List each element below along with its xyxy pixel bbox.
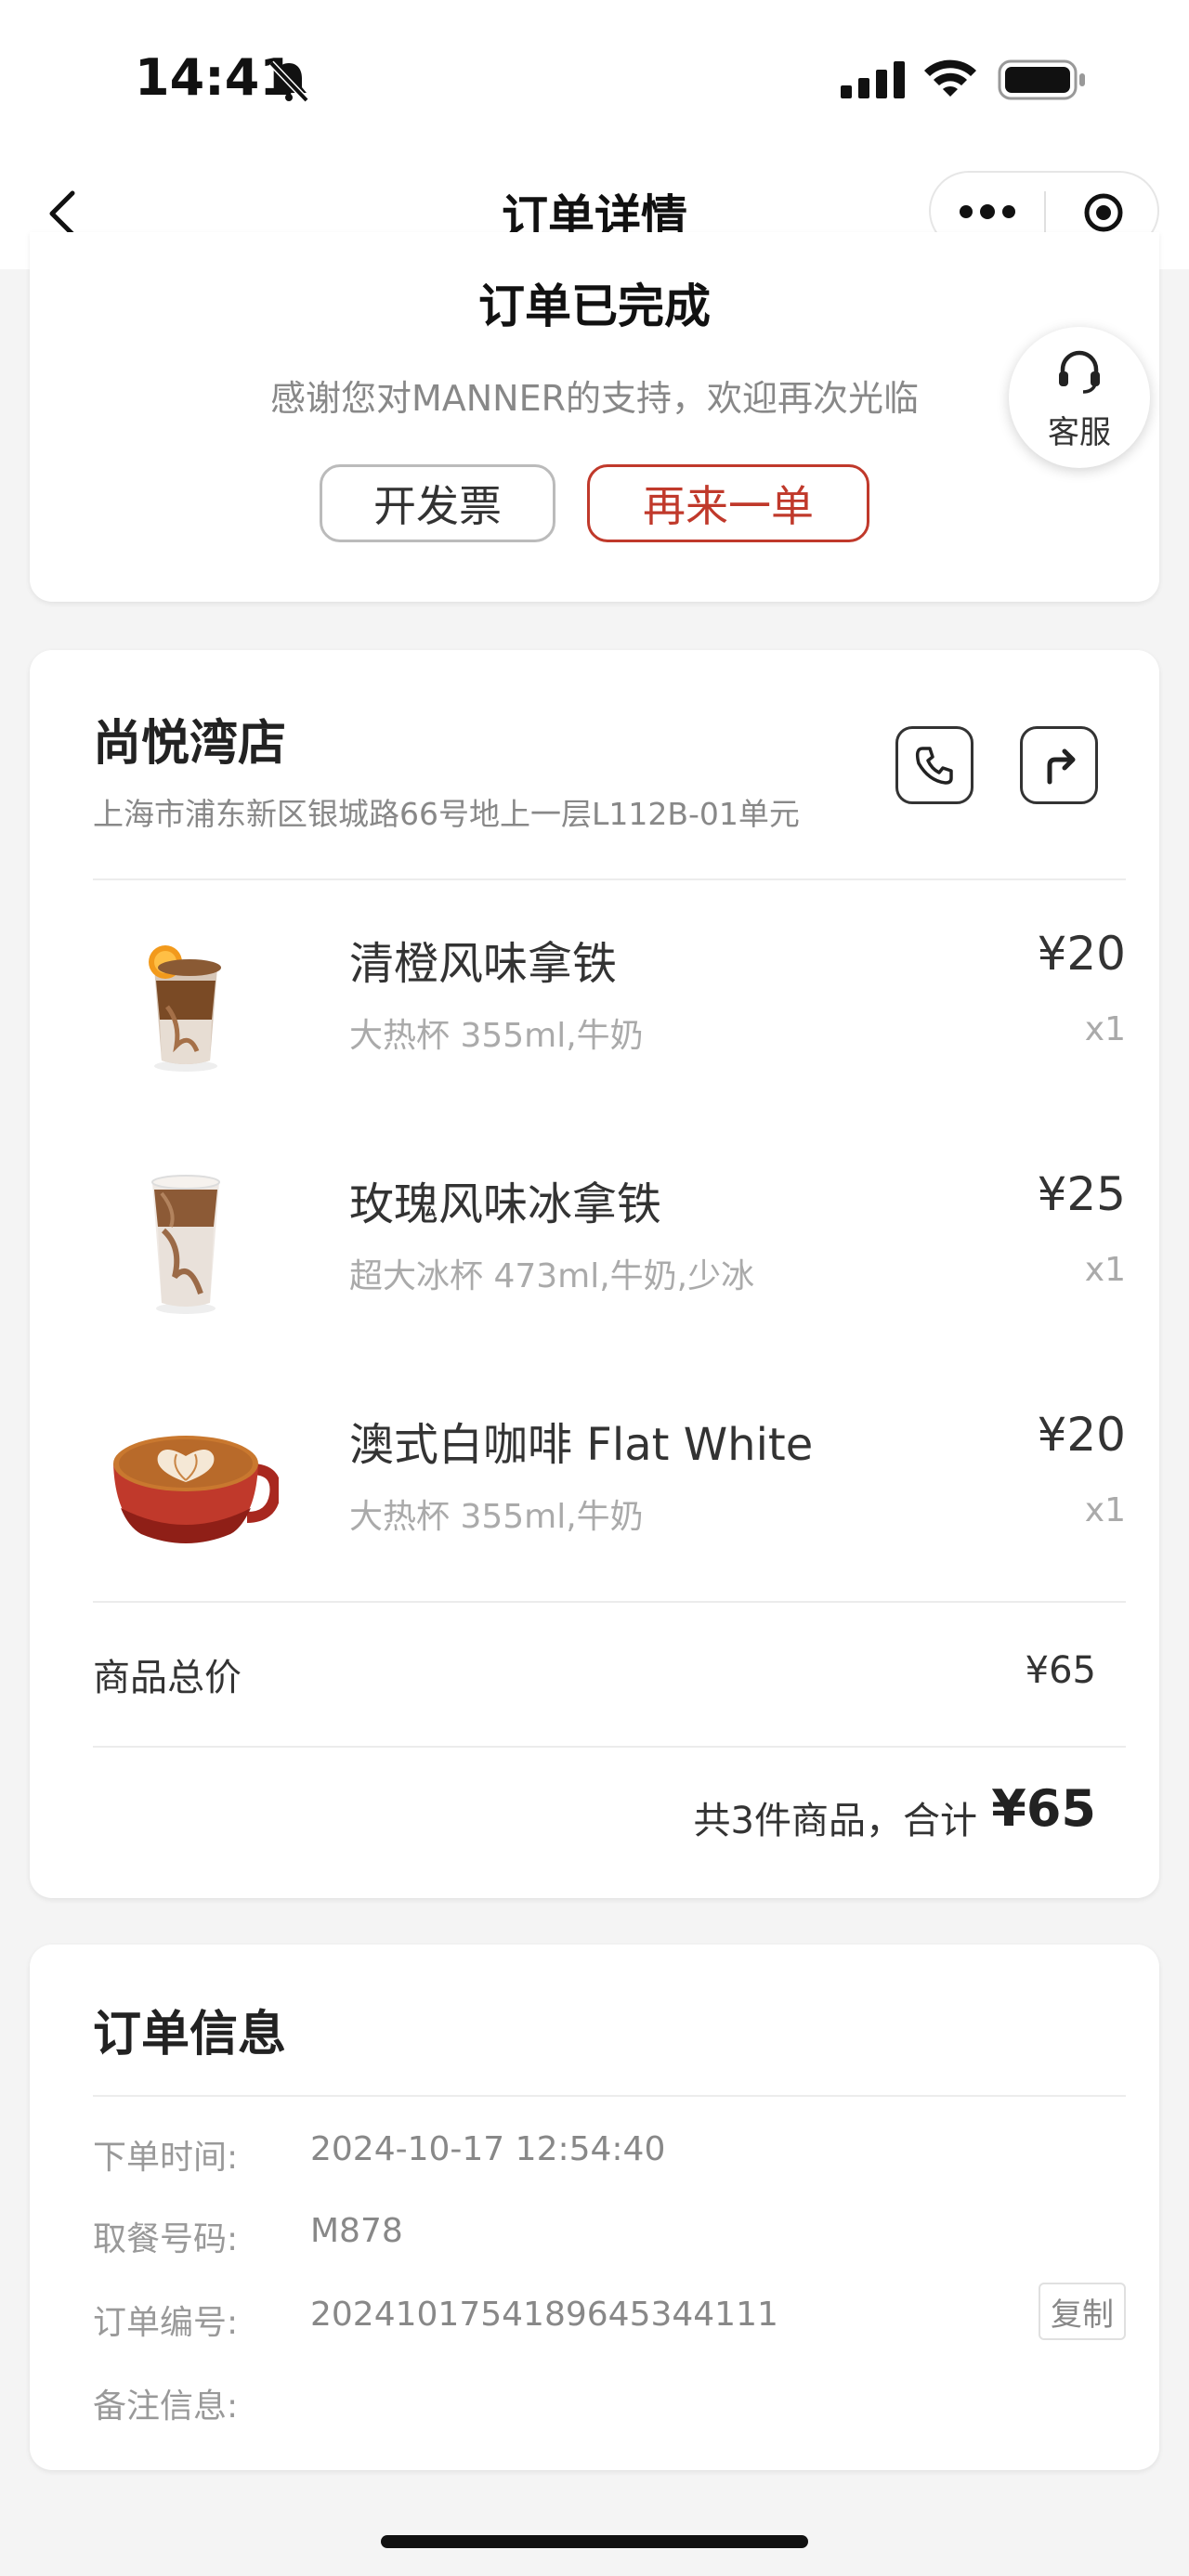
wifi-icon bbox=[924, 59, 976, 97]
remark-row: 备注信息: bbox=[93, 2379, 1126, 2435]
capsule-divider bbox=[1044, 191, 1046, 234]
grand-total: ¥65 bbox=[991, 1779, 1096, 1838]
divider bbox=[93, 1746, 1126, 1748]
orange-latte-image bbox=[149, 945, 221, 1072]
divider bbox=[93, 1601, 1126, 1603]
navigate-store-button[interactable] bbox=[1020, 726, 1098, 804]
pickup-code-label: 取餐号码: bbox=[93, 2220, 239, 2258]
order-time-label: 下单时间: bbox=[93, 2139, 239, 2177]
product-price: ¥20 bbox=[1037, 927, 1126, 981]
home-indicator bbox=[381, 2535, 808, 2548]
copy-order-number-button[interactable]: 复制 bbox=[1039, 2283, 1126, 2340]
product-spec: 超大冰杯 473ml,牛奶,少冰 bbox=[349, 1257, 755, 1295]
pickup-code-row: 取餐号码: M878 bbox=[93, 2212, 1126, 2268]
remark-label: 备注信息: bbox=[93, 2387, 239, 2426]
product-name: 澳式白咖啡 Flat White bbox=[349, 1419, 814, 1471]
order-status-title: 订单已完成 bbox=[478, 280, 711, 333]
order-number-value: 2024101754189645344111 bbox=[310, 2296, 778, 2334]
status-bar: 14:41 bbox=[0, 0, 1189, 158]
flat-white-image bbox=[113, 1436, 279, 1543]
product-price: ¥25 bbox=[1037, 1167, 1126, 1221]
order-number-row: 订单编号: 2024101754189645344111 复制 bbox=[93, 2283, 1126, 2351]
rose-iced-latte-image bbox=[151, 1175, 220, 1314]
product-item[interactable]: 玫瑰风味冰拿铁 超大冰杯 473ml,牛奶,少冰 ¥25 x1 bbox=[93, 1138, 1126, 1323]
product-spec: 大热杯 355ml,牛奶 bbox=[349, 1498, 644, 1536]
order-number-label: 订单编号: bbox=[93, 2304, 239, 2342]
order-status-card: 订单已完成 感谢您对MANNER的支持，欢迎再次光临 开发票 再来一单 bbox=[30, 232, 1159, 602]
product-name: 清橙风味拿铁 bbox=[349, 938, 618, 990]
close-target-icon[interactable] bbox=[1083, 192, 1124, 233]
battery-icon bbox=[998, 59, 1085, 100]
more-icon[interactable] bbox=[959, 201, 1016, 223]
subtotal-label: 商品总价 bbox=[93, 1657, 242, 1699]
signal-icon bbox=[841, 61, 905, 98]
order-time-value: 2024-10-17 12:54:40 bbox=[310, 2130, 666, 2168]
product-quantity: x1 bbox=[1084, 1010, 1126, 1048]
product-quantity: x1 bbox=[1084, 1491, 1126, 1529]
product-quantity: x1 bbox=[1084, 1251, 1126, 1289]
store-address: 上海市浦东新区银城路66号地上一层L112B-01单元 bbox=[93, 796, 800, 832]
phone-icon bbox=[915, 747, 953, 785]
order-status-subtitle: 感谢您对MANNER的支持，欢迎再次光临 bbox=[269, 378, 920, 419]
product-price: ¥20 bbox=[1037, 1408, 1126, 1462]
store-order-card: 尚悦湾店 上海市浦东新区银城路66号地上一层L112B-01单元 清橙风味拿铁 … bbox=[30, 650, 1159, 1898]
product-name: 玫瑰风味冰拿铁 bbox=[349, 1178, 662, 1230]
bell-muted-icon bbox=[268, 60, 309, 102]
store-name: 尚悦湾店 bbox=[93, 716, 287, 772]
turn-right-icon bbox=[1047, 748, 1076, 785]
divider bbox=[93, 2095, 1126, 2097]
customer-service-button[interactable]: 客服 bbox=[1009, 327, 1150, 468]
subtotal-value: ¥65 bbox=[1025, 1649, 1096, 1692]
order-time-row: 下单时间: 2024-10-17 12:54:40 bbox=[93, 2130, 1126, 2186]
product-item[interactable]: 澳式白咖啡 Flat White 大热杯 355ml,牛奶 ¥20 x1 bbox=[93, 1378, 1126, 1564]
item-count-label: 共3件商品，合计 bbox=[693, 1800, 977, 1842]
product-item[interactable]: 清橙风味拿铁 大热杯 355ml,牛奶 ¥20 x1 bbox=[93, 897, 1126, 1083]
product-spec: 大热杯 355ml,牛奶 bbox=[349, 1017, 644, 1055]
order-info-card: 订单信息 下单时间: 2024-10-17 12:54:40 取餐号码: M87… bbox=[30, 1945, 1159, 2470]
divider bbox=[93, 878, 1126, 880]
call-store-button[interactable] bbox=[895, 726, 973, 804]
pickup-code-value: M878 bbox=[310, 2212, 403, 2250]
order-info-title: 订单信息 bbox=[93, 2007, 287, 2062]
customer-service-label: 客服 bbox=[1048, 414, 1111, 451]
reorder-button[interactable]: 再来一单 bbox=[587, 464, 869, 542]
headset-icon bbox=[1059, 350, 1100, 394]
invoice-button[interactable]: 开发票 bbox=[320, 464, 555, 542]
